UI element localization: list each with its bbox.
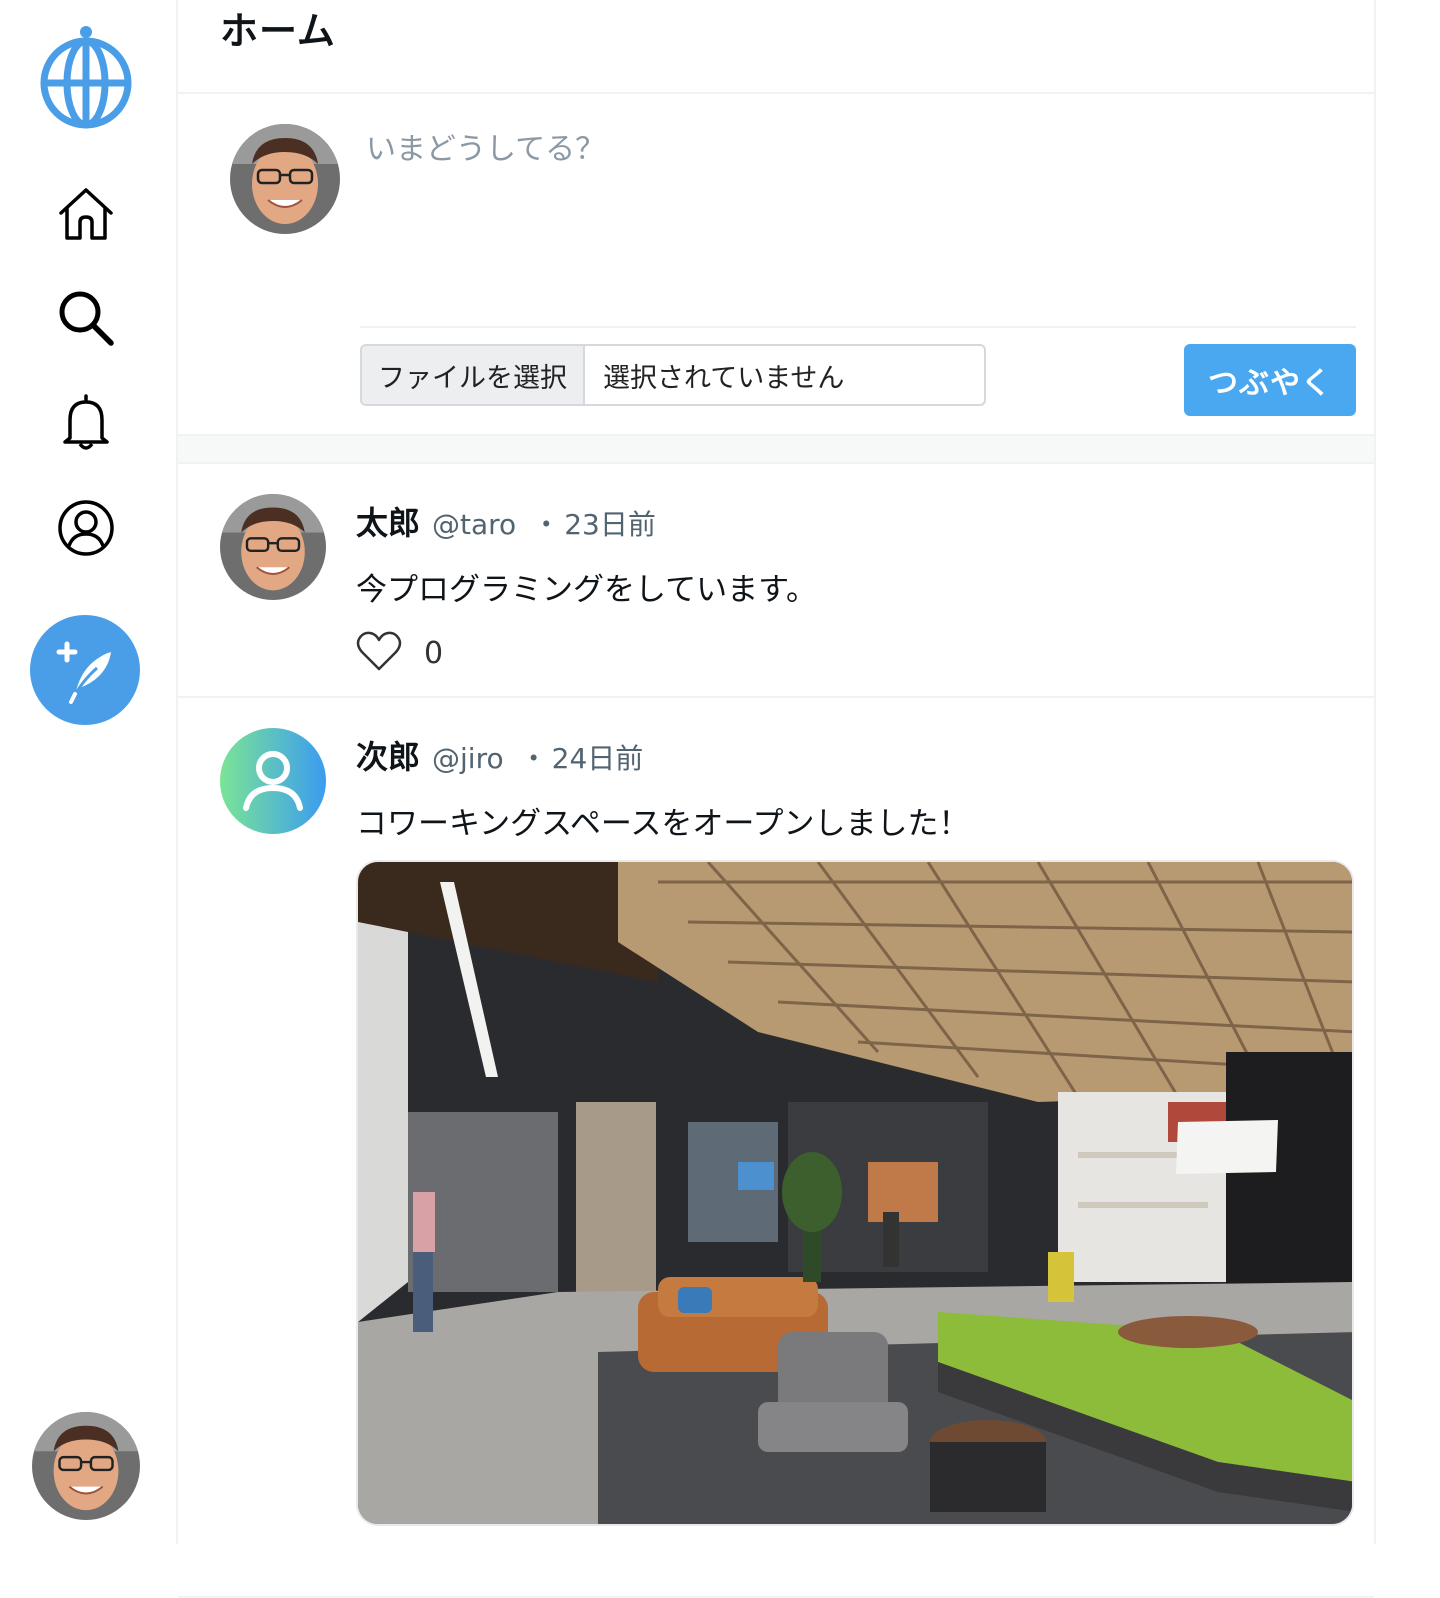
bell-icon[interactable] <box>52 388 120 456</box>
heart-icon[interactable] <box>356 630 402 676</box>
post-separator: ・ <box>519 742 548 775</box>
feed-post[interactable]: 太郎 @taro ・ 23日前 今プログラミングをしています。 0 <box>178 464 1374 698</box>
main-column: ホーム ファイルを選択 選択されていません つぶやく <box>176 0 1376 1598</box>
account-avatar[interactable] <box>32 1412 140 1520</box>
post-separator: ・ <box>532 508 561 541</box>
feed-separator <box>178 436 1374 464</box>
feed-post[interactable]: 次郎 @jiro ・ 24日前 コワーキングスペースをオープンしました！ <box>178 698 1374 1598</box>
tweet-submit-button[interactable]: つぶやく <box>1184 344 1356 416</box>
post-timestamp: 24日前 <box>551 742 644 775</box>
post-header: 太郎 @taro ・ 23日前 <box>356 498 656 544</box>
logo-globe-icon[interactable] <box>36 20 136 136</box>
user-face-icon <box>220 494 326 600</box>
composer-input[interactable] <box>362 124 1352 324</box>
post-avatar[interactable] <box>220 494 326 600</box>
post-text: 今プログラミングをしています。 <box>356 572 817 608</box>
post-header: 次郎 @jiro ・ 24日前 <box>356 732 643 778</box>
page-title: ホーム <box>220 9 336 53</box>
coworking-space-photo <box>358 862 1352 1524</box>
post-image[interactable] <box>356 860 1354 1526</box>
like-control: 0 <box>356 630 443 676</box>
like-count: 0 <box>424 635 444 671</box>
user-face-icon <box>230 124 340 234</box>
user-face-icon <box>32 1412 140 1520</box>
compose-button[interactable] <box>30 615 140 725</box>
default-user-icon <box>220 728 326 834</box>
composer-avatar <box>230 124 340 234</box>
compose-icon <box>56 641 111 704</box>
post-avatar[interactable] <box>220 728 326 834</box>
composer-divider <box>360 326 1356 328</box>
post-author-name[interactable]: 次郎 <box>356 732 420 778</box>
page-header: ホーム <box>178 0 1374 94</box>
file-choose-button[interactable]: ファイルを選択 <box>362 346 585 404</box>
post-timestamp: 23日前 <box>564 508 656 541</box>
post-author-handle[interactable]: @taro <box>432 508 516 541</box>
post-author-name[interactable]: 太郎 <box>356 498 420 544</box>
profile-icon[interactable] <box>52 494 120 562</box>
sidebar <box>0 0 176 1544</box>
search-icon[interactable] <box>52 284 120 352</box>
post-text: コワーキングスペースをオープンしました！ <box>356 806 970 842</box>
post-author-handle[interactable]: @jiro <box>432 742 504 775</box>
home-icon[interactable] <box>52 180 120 248</box>
file-status-text: 選択されていません <box>585 346 863 404</box>
composer: ファイルを選択 選択されていません つぶやく <box>178 94 1374 436</box>
file-input[interactable]: ファイルを選択 選択されていません <box>360 344 986 406</box>
